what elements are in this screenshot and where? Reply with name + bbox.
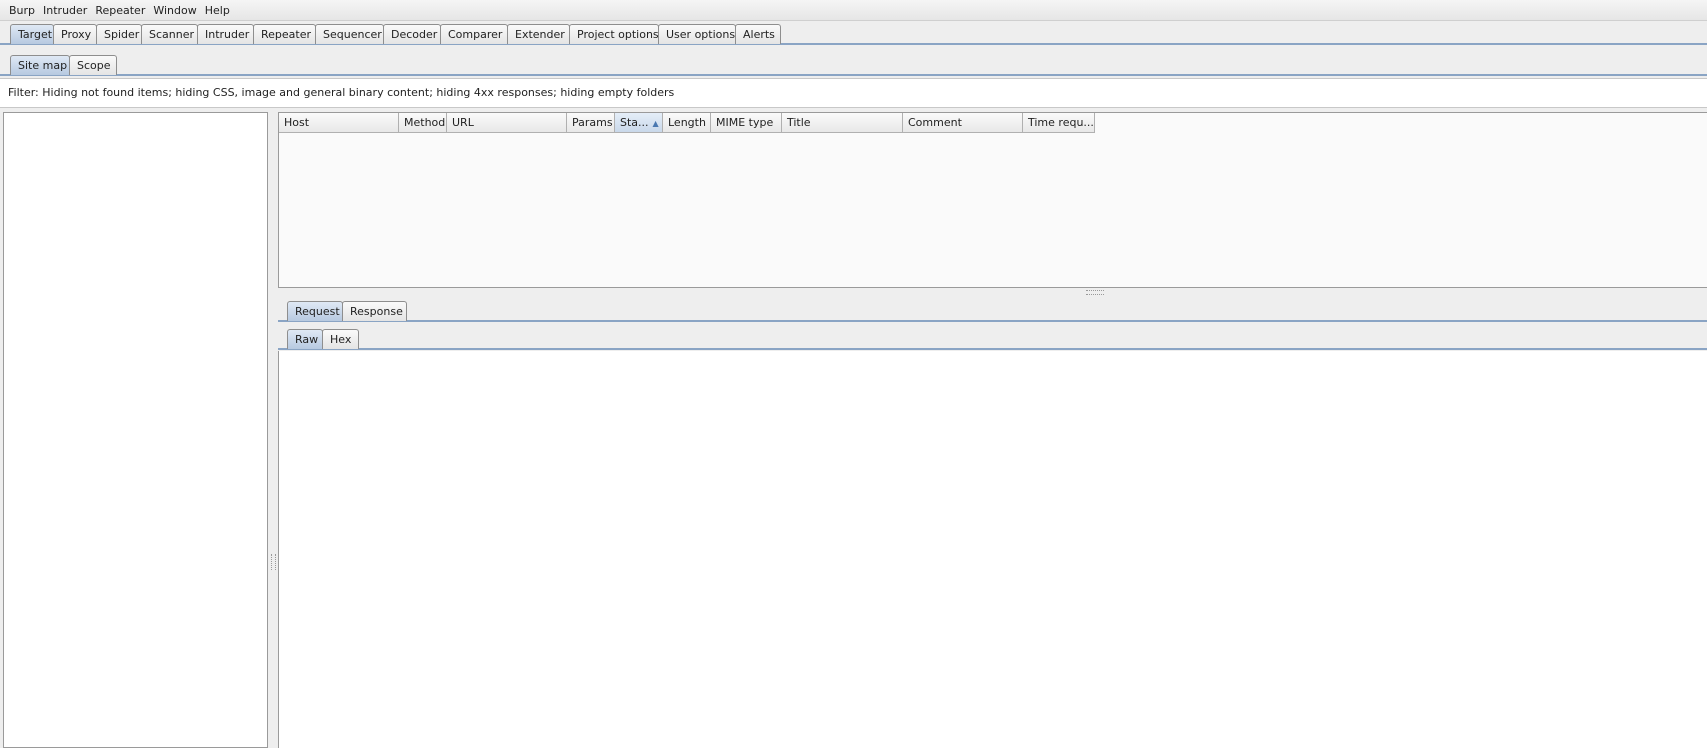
tab-target[interactable]: Target: [10, 24, 54, 44]
menu-intruder[interactable]: Intruder: [39, 4, 91, 17]
column-time-requested[interactable]: Time requ...: [1023, 113, 1095, 133]
view-tab-bar: Raw Hex: [278, 325, 1707, 350]
main-tab-bar: Target Proxy Spider Scanner Intruder Rep…: [0, 23, 1707, 45]
tab-extender[interactable]: Extender: [507, 24, 570, 44]
column-mime-type[interactable]: MIME type: [711, 113, 782, 133]
tab-alerts[interactable]: Alerts: [735, 24, 781, 44]
tab-user-options[interactable]: User options: [658, 24, 736, 44]
tab-scope[interactable]: Scope: [69, 55, 117, 75]
menu-repeater[interactable]: Repeater: [91, 4, 149, 17]
splitter-grip-icon: [1086, 290, 1104, 295]
column-comment[interactable]: Comment: [903, 113, 1023, 133]
menu-bar: Burp Intruder Repeater Window Help: [0, 0, 1707, 21]
target-sub-tab-bar: Site map Scope: [0, 52, 1707, 76]
message-editor[interactable]: [278, 351, 1707, 748]
vertical-splitter[interactable]: [268, 112, 277, 748]
tab-sequencer[interactable]: Sequencer: [315, 24, 384, 44]
splitter-grip-icon: [271, 554, 276, 570]
message-tab-bar: Request Response: [278, 297, 1707, 322]
site-map-tree[interactable]: [3, 112, 268, 748]
column-status[interactable]: Sta... ▲: [615, 113, 663, 133]
menu-help[interactable]: Help: [201, 4, 234, 17]
column-params[interactable]: Params: [567, 113, 615, 133]
site-map-table[interactable]: Host Method URL Params Sta... ▲ Length MI…: [278, 112, 1707, 288]
table-header: Host Method URL Params Sta... ▲ Length MI…: [279, 113, 1707, 133]
tab-proxy[interactable]: Proxy: [53, 24, 97, 44]
tab-intruder[interactable]: Intruder: [197, 24, 254, 44]
tab-comparer[interactable]: Comparer: [440, 24, 508, 44]
column-method[interactable]: Method: [399, 113, 447, 133]
tab-scanner[interactable]: Scanner: [141, 24, 198, 44]
sort-ascending-icon: ▲: [652, 119, 659, 128]
column-url[interactable]: URL: [447, 113, 567, 133]
tab-project-options[interactable]: Project options: [569, 24, 659, 44]
tab-raw[interactable]: Raw: [287, 329, 323, 349]
horizontal-splitter[interactable]: [278, 288, 1707, 296]
tab-hex[interactable]: Hex: [322, 329, 359, 349]
column-host[interactable]: Host: [279, 113, 399, 133]
column-status-label: Sta...: [620, 116, 649, 129]
menu-window[interactable]: Window: [149, 4, 200, 17]
column-length[interactable]: Length: [663, 113, 711, 133]
menu-burp[interactable]: Burp: [0, 4, 39, 17]
filter-bar[interactable]: Filter: Hiding not found items; hiding C…: [0, 78, 1707, 108]
tab-response[interactable]: Response: [342, 301, 407, 321]
tab-repeater[interactable]: Repeater: [253, 24, 316, 44]
column-title[interactable]: Title: [782, 113, 903, 133]
tab-request[interactable]: Request: [287, 301, 343, 321]
tab-spider[interactable]: Spider: [96, 24, 142, 44]
tab-decoder[interactable]: Decoder: [383, 24, 441, 44]
filter-text: Filter: Hiding not found items; hiding C…: [8, 86, 675, 99]
tab-site-map[interactable]: Site map: [10, 55, 70, 75]
